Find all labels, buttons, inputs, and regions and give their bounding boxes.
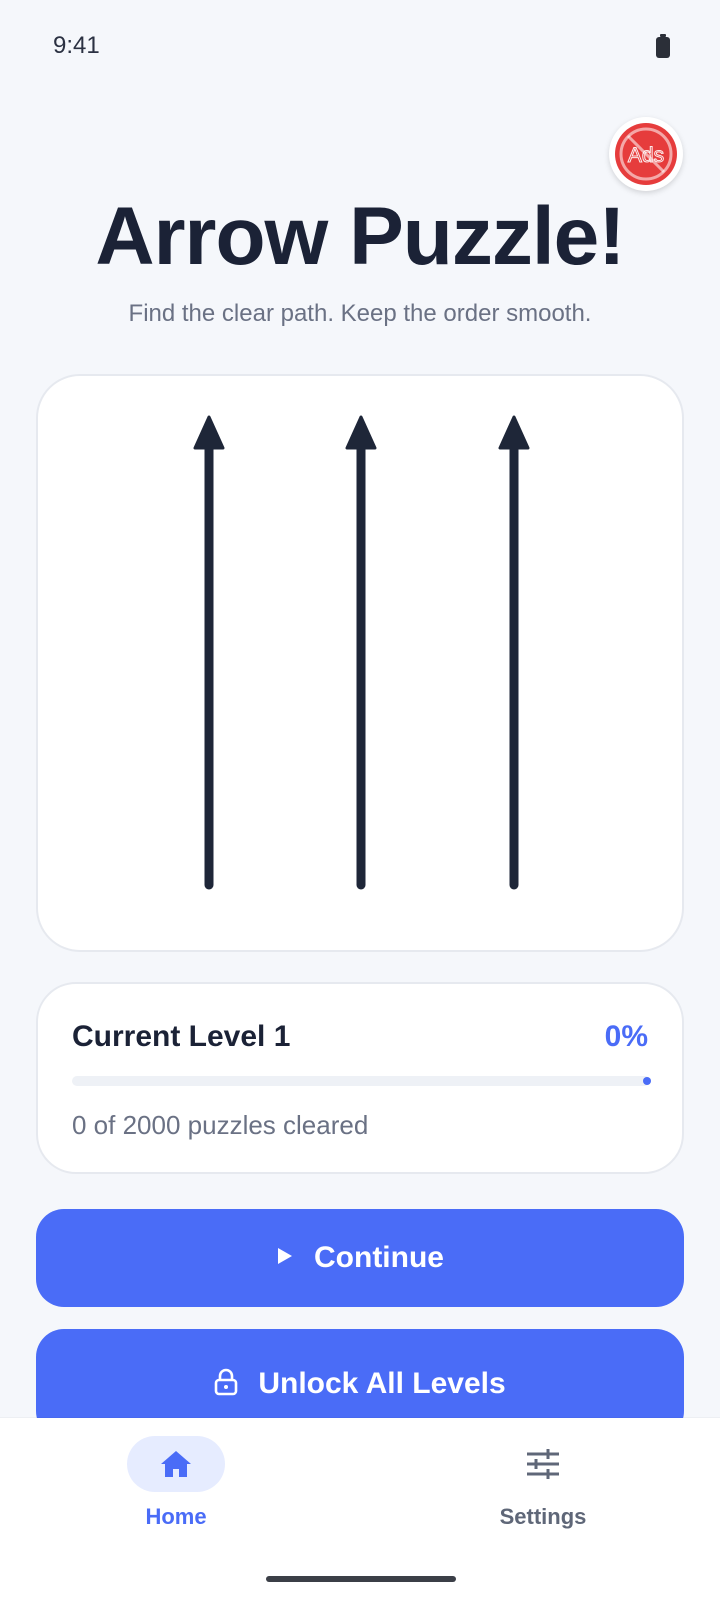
play-icon <box>276 1246 294 1271</box>
status-time: 9:41 <box>53 32 100 59</box>
remove-ads-button[interactable]: Ads <box>609 117 683 191</box>
no-ads-text: Ads <box>628 144 664 167</box>
home-icon <box>161 1451 191 1477</box>
level-progress-bar <box>72 1076 651 1086</box>
arrow-3[interactable] <box>498 415 530 890</box>
level-card: Current Level 1 0% 0 of 2000 puzzles cle… <box>36 982 684 1174</box>
current-level-label: Current Level 1 <box>72 1020 291 1053</box>
home-gesture-bar[interactable] <box>266 1576 456 1582</box>
unlock-label: Unlock All Levels <box>258 1367 506 1400</box>
puzzle-board <box>36 374 684 952</box>
nav-settings[interactable]: Settings <box>463 1436 623 1530</box>
app-screen: 9:41 Ads Arrow Puzzle! Find the clear pa… <box>0 0 720 1600</box>
no-ads-icon: Ads <box>615 123 677 185</box>
status-bar: 9:41 <box>0 0 720 90</box>
bottom-navigation: Home Settings <box>0 1418 720 1600</box>
progress-end-dot <box>643 1077 651 1085</box>
sliders-icon <box>527 1449 559 1479</box>
page-title: Arrow Puzzle! <box>95 191 625 282</box>
page-subtitle: Find the clear path. Keep the order smoo… <box>128 300 592 327</box>
arrow-2[interactable] <box>345 415 377 890</box>
arrows-canvas <box>193 415 530 890</box>
arrow-1[interactable] <box>193 415 225 890</box>
puzzles-cleared-text: 0 of 2000 puzzles cleared <box>72 1110 369 1140</box>
nav-home[interactable]: Home <box>96 1436 256 1530</box>
lock-icon <box>214 1368 238 1401</box>
battery-icon <box>656 34 670 58</box>
nav-home-indicator <box>127 1436 225 1492</box>
nav-home-label: Home <box>145 1504 207 1529</box>
continue-button[interactable]: Continue <box>36 1209 684 1307</box>
nav-settings-label: Settings <box>499 1504 587 1529</box>
continue-label: Continue <box>314 1241 444 1274</box>
level-percent: 0% <box>604 1020 648 1053</box>
